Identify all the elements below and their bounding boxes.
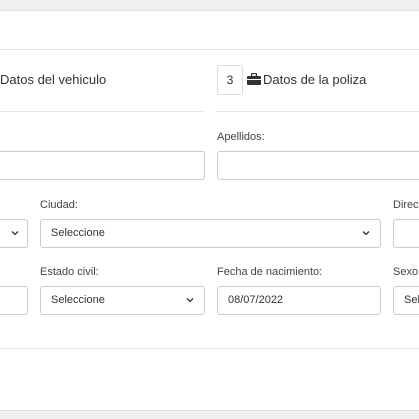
partial-input-left[interactable] xyxy=(0,286,28,315)
estado-civil-select[interactable]: Seleccione xyxy=(40,286,205,315)
partial-select-left[interactable] xyxy=(0,219,28,248)
estado-civil-label: Estado civil: xyxy=(40,266,99,278)
step-vehiculo-label[interactable]: Datos del vehiculo xyxy=(0,72,106,87)
ciudad-select[interactable]: Seleccione xyxy=(40,219,381,248)
step-poliza-underline xyxy=(217,111,419,112)
fecha-nacimiento-input[interactable]: 08/07/2022 xyxy=(217,286,381,315)
sexo-select[interactable]: Sel xyxy=(393,286,419,315)
nombres-input[interactable] xyxy=(0,151,205,180)
header-divider xyxy=(0,49,419,50)
ciudad-label: Ciudad: xyxy=(40,199,78,211)
apellidos-input[interactable] xyxy=(217,151,419,180)
ciudad-select-value: Seleccione xyxy=(51,227,105,239)
chevron-down-icon xyxy=(186,298,194,303)
fecha-nacimiento-label: Fecha de nacimiento: xyxy=(217,266,323,278)
apellidos-label: Apellidos: xyxy=(217,131,265,143)
sexo-label: Sexo: xyxy=(393,266,419,278)
estado-civil-value: Seleccione xyxy=(51,294,105,306)
footer-divider xyxy=(0,348,419,349)
direccion-input[interactable] xyxy=(393,219,419,248)
direccion-label: Direcc xyxy=(393,199,419,211)
step-vehiculo-underline xyxy=(0,111,205,112)
step-poliza-label[interactable]: Datos de la poliza xyxy=(263,72,366,87)
chevron-down-icon xyxy=(11,231,19,236)
chevron-down-icon xyxy=(362,231,370,236)
step-3-number[interactable]: 3 xyxy=(217,65,243,95)
briefcase-icon xyxy=(247,73,261,85)
